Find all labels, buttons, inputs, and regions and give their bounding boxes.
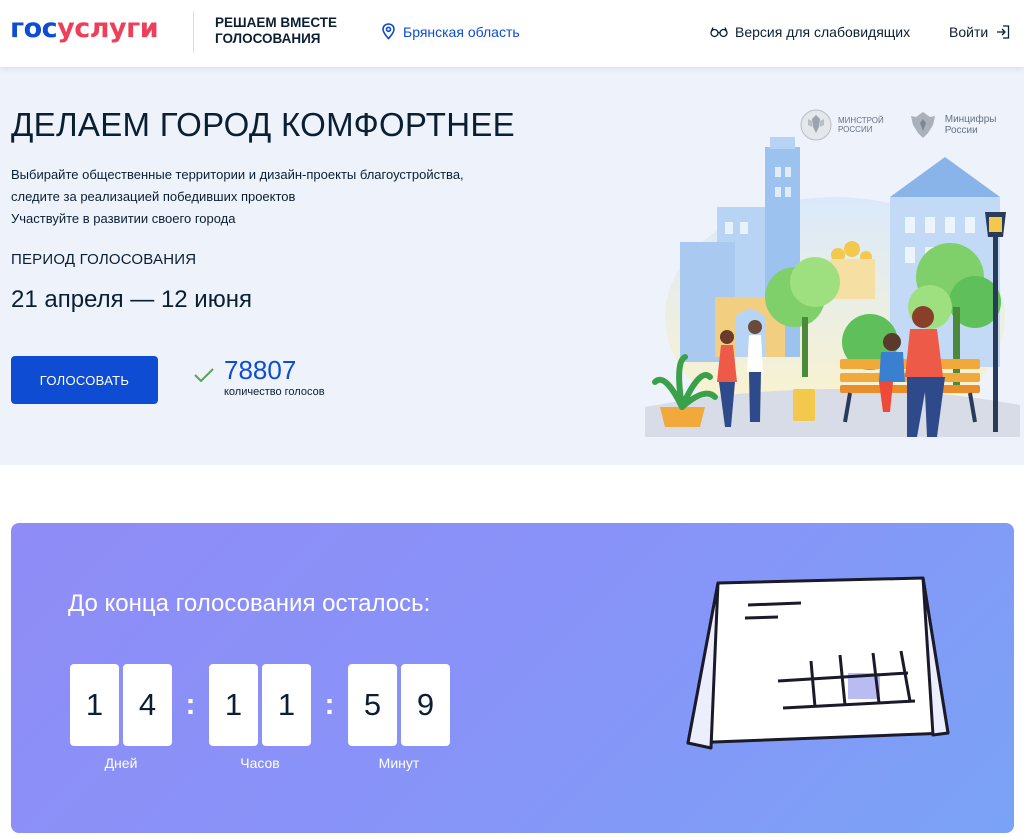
hours-digit: 1 xyxy=(262,664,311,746)
login-label: Войти xyxy=(949,24,989,40)
calendar-icon xyxy=(686,576,950,750)
login-arrow-icon xyxy=(997,25,1010,39)
period-label: ПЕРИОД ГОЛОСОВАНИЯ xyxy=(11,251,197,268)
hero-title: ДЕЛАЕМ ГОРОД КОМФОРТНЕЕ xyxy=(11,106,515,143)
minstroy-line1: МИНСТРОЙ xyxy=(838,116,884,125)
project-title[interactable]: РЕШАЕМ ВМЕСТЕ ГОЛОСОВАНИЯ xyxy=(215,15,337,47)
hero-description: Выбирайте общественные территории и диза… xyxy=(11,164,531,230)
days-digit: 1 xyxy=(70,664,119,746)
hero-desc-line1: Выбирайте общественные территории и диза… xyxy=(11,167,464,182)
countdown-title: До конца голосования осталось: xyxy=(68,590,431,617)
hero-desc-line2: следите за реализацией победивших проект… xyxy=(11,189,296,204)
votes-count: 78807 xyxy=(224,355,297,385)
mincifry-line2: России xyxy=(944,125,978,136)
minstroy-line2: РОССИИ xyxy=(838,125,873,134)
glasses-icon xyxy=(710,27,728,38)
logo-part2: услуги xyxy=(57,13,159,44)
countdown-days: 1 4 Дней xyxy=(70,664,172,771)
days-label: Дней xyxy=(104,755,138,771)
countdown-minutes: 5 9 Минут xyxy=(348,664,450,771)
vote-button[interactable]: ГОЛОСОВАТЬ xyxy=(11,356,158,404)
project-title-line2: ГОЛОСОВАНИЯ xyxy=(215,31,321,46)
project-title-line1: РЕШАЕМ ВМЕСТЕ xyxy=(215,15,337,30)
mincifry-line1: Минцифры xyxy=(944,114,997,125)
logo-part1: гос xyxy=(10,13,58,44)
countdown-separator: : xyxy=(185,688,196,721)
hero-section: ДЕЛАЕМ ГОРОД КОМФОРТНЕЕ Выбирайте общест… xyxy=(0,67,1024,465)
minutes-digit: 5 xyxy=(348,664,397,746)
city-park-illustration xyxy=(645,137,1020,437)
header-divider xyxy=(193,11,194,53)
hero-desc-line3: Участвуйте в развитии своего города xyxy=(11,211,236,226)
countdown-section: До конца голосования осталось: 1 4 Дней … xyxy=(11,523,1014,833)
votes-counter: 78807 количество голосов xyxy=(193,355,325,399)
header: госуслуги РЕШАЕМ ВМЕСТЕ ГОЛОСОВАНИЯ Брян… xyxy=(0,0,1024,67)
countdown-separator: : xyxy=(324,688,335,721)
period-value: 21 апреля — 12 июня xyxy=(11,286,252,313)
minutes-digit: 9 xyxy=(401,664,450,746)
low-vision-label: Версия для слабовидящих xyxy=(735,24,911,40)
votes-label: количество голосов xyxy=(224,386,325,398)
countdown-timer: 1 4 Дней : 1 1 Часов : 5 9 Минут xyxy=(70,664,450,771)
gosuslugi-logo[interactable]: госуслуги xyxy=(10,13,159,44)
days-digit: 4 xyxy=(123,664,172,746)
login-button[interactable]: Войти xyxy=(949,24,1010,40)
low-vision-link[interactable]: Версия для слабовидящих xyxy=(710,24,910,40)
location-pin-icon xyxy=(382,23,395,40)
region-label: Брянская область xyxy=(403,23,520,40)
hours-digit: 1 xyxy=(209,664,258,746)
checkmark-icon xyxy=(194,368,214,383)
minutes-label: Минут xyxy=(378,755,420,771)
hours-label: Часов xyxy=(240,755,280,771)
countdown-hours: 1 1 Часов xyxy=(209,664,311,771)
region-selector[interactable]: Брянская область xyxy=(381,23,520,40)
